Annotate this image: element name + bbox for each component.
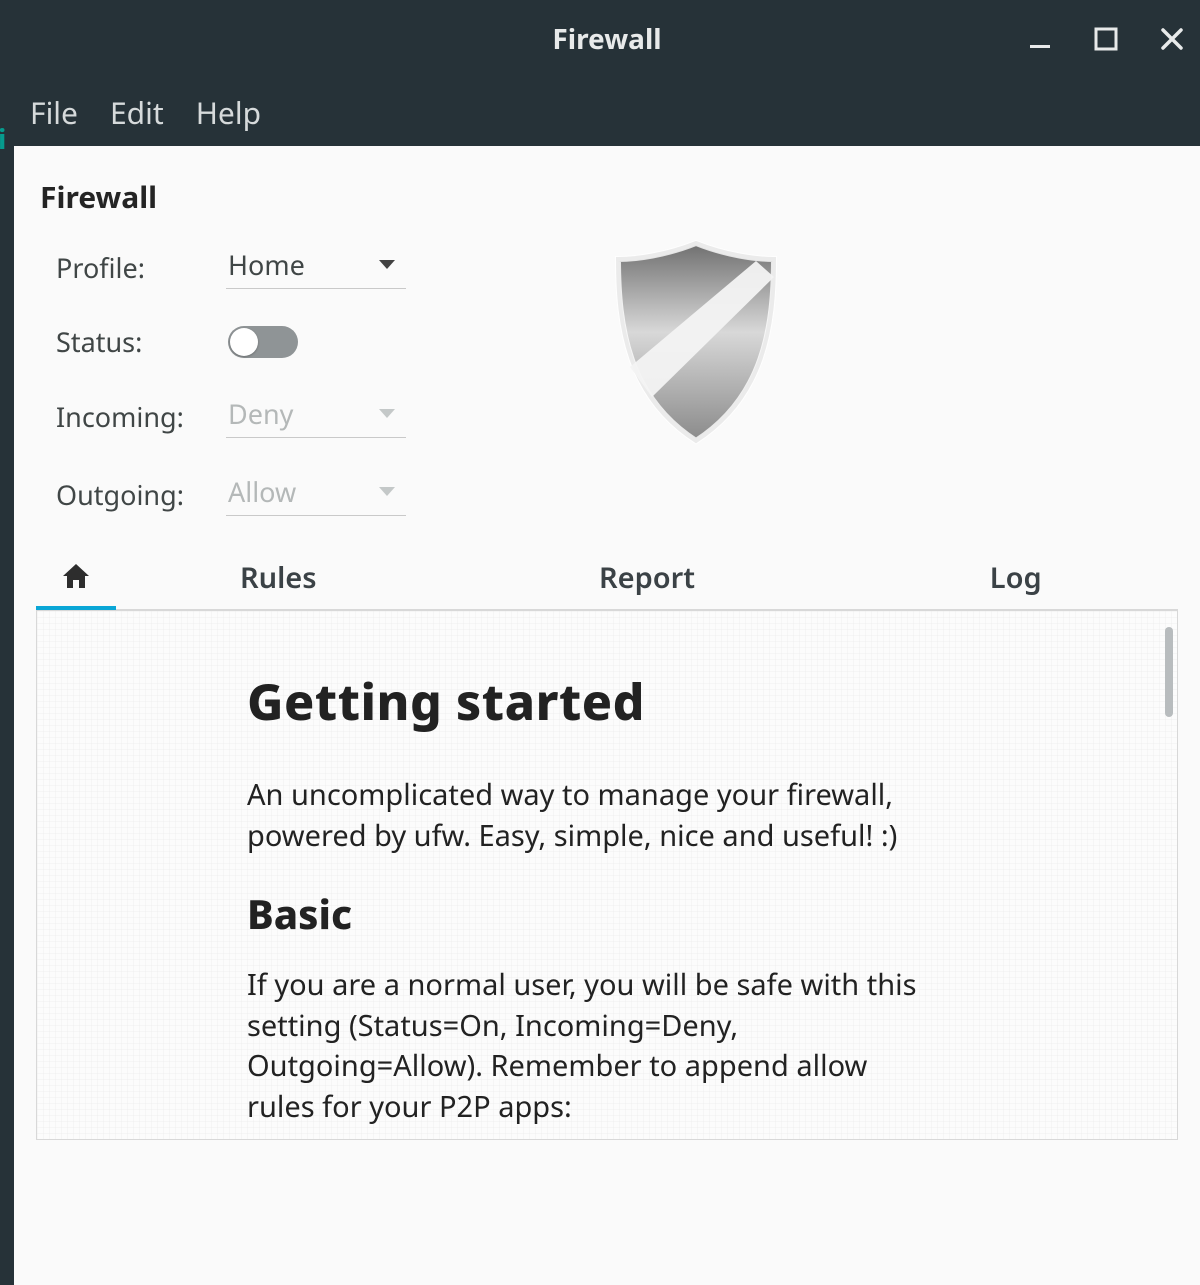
status-toggle[interactable] bbox=[228, 326, 298, 358]
app-window: Firewall File Edit Help Firewall Profile… bbox=[14, 0, 1200, 1285]
page-title: Firewall bbox=[40, 176, 1178, 217]
outgoing-value: Allow bbox=[228, 473, 296, 510]
toggle-knob bbox=[230, 328, 258, 356]
settings-row: Profile: Home Status: Incoming: Deny Out… bbox=[56, 245, 1178, 516]
menu-file[interactable]: File bbox=[30, 92, 78, 133]
outgoing-select[interactable]: Allow bbox=[226, 472, 406, 516]
content-basic-text: If you are a normal user, you will be sa… bbox=[247, 965, 927, 1127]
tab-log[interactable]: Log bbox=[854, 545, 1179, 609]
profile-select[interactable]: Home bbox=[226, 245, 406, 289]
incoming-value: Deny bbox=[228, 395, 293, 432]
minimize-icon bbox=[1026, 25, 1054, 53]
content-intro: An uncomplicated way to manage your fire… bbox=[247, 775, 927, 856]
maximize-button[interactable] bbox=[1088, 21, 1124, 57]
tab-rules[interactable]: Rules bbox=[116, 545, 441, 609]
menu-edit[interactable]: Edit bbox=[110, 92, 164, 133]
menubar: File Edit Help bbox=[14, 78, 1200, 146]
close-icon bbox=[1158, 25, 1186, 53]
shield-illustration bbox=[606, 237, 786, 452]
content-heading-1: Getting started bbox=[247, 667, 1117, 735]
content-heading-2: Basic bbox=[247, 886, 1117, 941]
close-button[interactable] bbox=[1154, 21, 1190, 57]
scrollbar-thumb[interactable] bbox=[1165, 627, 1173, 717]
titlebar-controls bbox=[1022, 0, 1190, 78]
tab-bar: Rules Report Log bbox=[36, 546, 1178, 610]
status-label: Status: bbox=[56, 323, 226, 360]
shield-icon bbox=[606, 237, 786, 447]
tab-report[interactable]: Report bbox=[441, 545, 854, 609]
maximize-icon bbox=[1093, 26, 1119, 52]
chevron-down-icon bbox=[378, 481, 396, 503]
outgoing-label: Outgoing: bbox=[56, 476, 226, 513]
minimize-button[interactable] bbox=[1022, 21, 1058, 57]
incoming-select[interactable]: Deny bbox=[226, 394, 406, 438]
chevron-down-icon bbox=[378, 254, 396, 276]
help-content: Getting started An uncomplicated way to … bbox=[247, 667, 1117, 1140]
tab-home[interactable] bbox=[36, 546, 116, 610]
chevron-down-icon bbox=[378, 403, 396, 425]
settings-form: Profile: Home Status: Incoming: Deny Out… bbox=[56, 245, 406, 516]
window-title: Firewall bbox=[552, 20, 661, 58]
home-icon bbox=[61, 562, 91, 590]
titlebar: Firewall bbox=[14, 0, 1200, 78]
menu-help[interactable]: Help bbox=[196, 92, 261, 133]
content-panel[interactable]: Getting started An uncomplicated way to … bbox=[36, 610, 1178, 1140]
background-text-fragment-left: i bbox=[0, 120, 6, 158]
profile-label: Profile: bbox=[56, 249, 226, 286]
incoming-label: Incoming: bbox=[56, 398, 226, 435]
client-area: Firewall Profile: Home Status: Incoming:… bbox=[14, 146, 1200, 1285]
profile-value: Home bbox=[228, 246, 305, 283]
